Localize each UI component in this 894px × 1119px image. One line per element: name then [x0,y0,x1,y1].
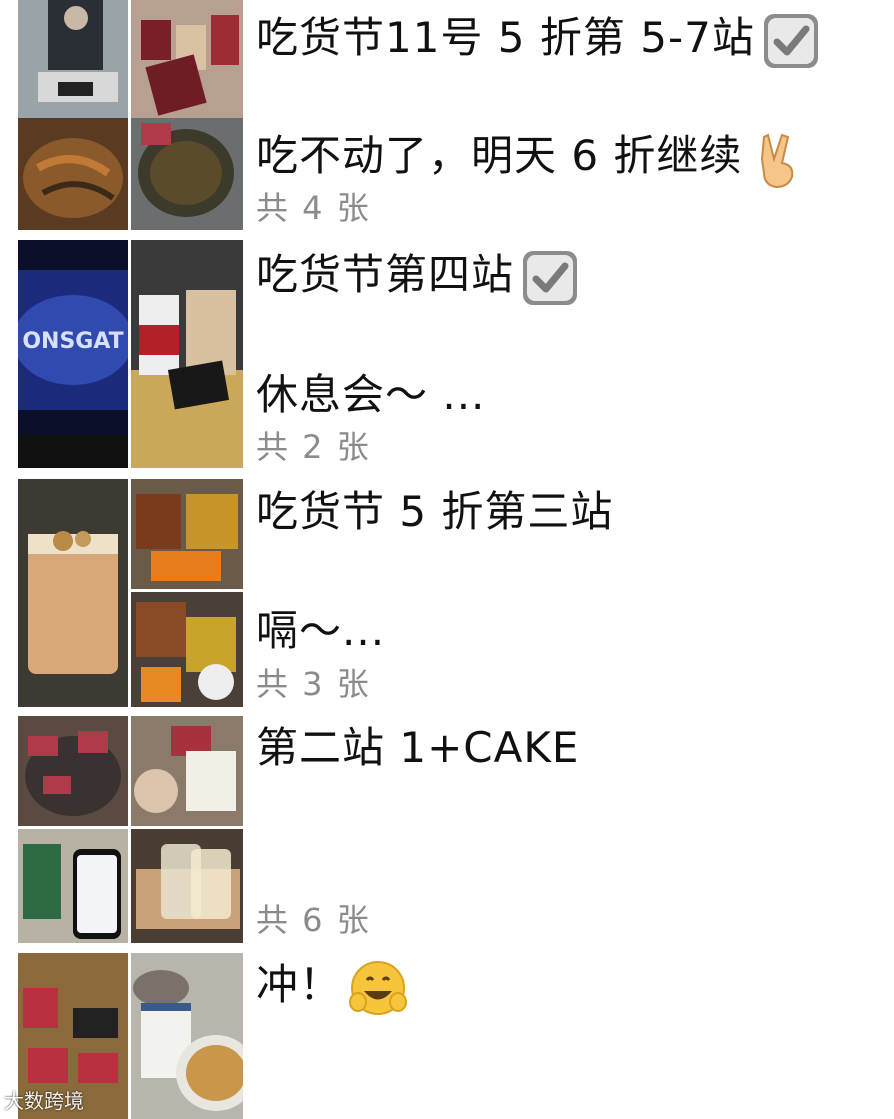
photo-thumbnail[interactable]: ONSGAT [18,240,128,468]
moment-post[interactable]: 第二站 1+CAKE 共 6 张 [0,716,894,943]
moment-post[interactable]: 冲！ [0,953,894,1119]
post-caption: 吃货节第四站 [256,245,884,308]
photo-thumbnail[interactable] [131,829,243,943]
photo-thumbnail[interactable] [18,829,128,943]
post-caption: 第二站 1+CAKE [256,723,580,772]
grinning-face-icon [348,958,408,1018]
caption-text: 吃不动了，明天 6 折继续 [256,131,743,180]
post-caption: 冲！ [256,955,884,1018]
photo-thumbnail[interactable] [131,118,243,230]
moment-post[interactable]: 吃货节11号 5 折第 5-7站 [0,0,894,118]
photo-count: 共 3 张 [256,665,371,703]
post-caption: 吃不动了，明天 6 折继续 [256,126,884,189]
photo-thumbnail[interactable] [131,240,243,468]
photo-thumbnail[interactable] [18,479,128,707]
photo-grid [18,479,243,707]
photo-count: 共 2 张 [256,428,371,466]
victory-hand-icon [748,129,808,189]
photo-thumbnail[interactable] [18,716,128,826]
moment-post[interactable]: 吃货节 5 折第三站 嗝～... 共 3 张 [0,479,894,707]
check-box-icon [761,11,821,71]
check-box-icon [520,248,580,308]
photo-thumbnail[interactable] [18,0,128,118]
photo-thumbnail[interactable] [131,0,243,118]
photo-thumbnail[interactable] [131,479,243,589]
photo-thumbnail[interactable] [131,592,243,707]
photo-thumbnail[interactable] [18,118,128,230]
photo-thumbnail[interactable] [131,716,243,826]
cinema-screen-text: ONSGAT [22,329,123,354]
caption-text: 吃货节第四站 [256,250,515,299]
post-caption: 吃货节 5 折第三站 [256,487,614,536]
photo-grid [18,716,243,943]
photo-grid: ONSGAT [18,240,243,468]
photo-count: 共 6 张 [256,901,371,939]
caption-text: 冲！ [256,960,343,1009]
moment-post[interactable]: 吃不动了，明天 6 折继续 共 4 张 [0,118,894,230]
post-caption: 吃货节11号 5 折第 5-7站 [256,8,884,71]
watermark: 大数跨境 [4,1089,84,1113]
post-caption-line2: 嗝～... [256,606,386,655]
photo-grid [18,0,243,118]
post-caption-line2: 休息会～ ... [256,370,486,419]
photo-thumbnail[interactable] [131,953,243,1119]
photo-grid [18,118,243,230]
moment-post[interactable]: ONSGAT 吃货节第四站 休息会～ ... 共 2 张 [0,240,894,468]
photo-count: 共 4 张 [256,189,371,227]
caption-text: 吃货节11号 5 折第 5-7站 [256,13,755,62]
